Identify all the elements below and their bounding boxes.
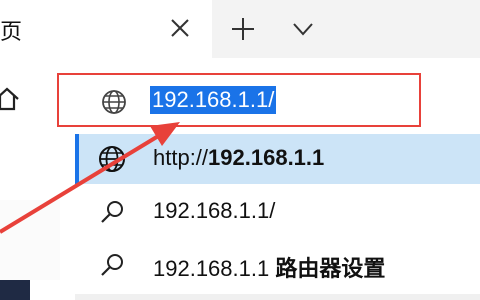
search-icon (101, 254, 123, 276)
address-input[interactable]: 192.168.1.1/ (150, 86, 277, 114)
suggestion-url-host: 192.168.1.1 (208, 145, 325, 170)
home-icon[interactable] (0, 86, 20, 112)
globe-icon (99, 146, 125, 172)
suggestion-row-selected[interactable]: http://192.168.1.1 (75, 134, 480, 184)
suggestion-label: 192.168.1.1/ (153, 198, 276, 223)
plus-icon[interactable] (228, 14, 258, 44)
dropdown-bottom-strip (75, 294, 480, 300)
page-left-edge (0, 280, 30, 300)
suggestion-row[interactable]: 192.168.1.1/ (75, 187, 480, 237)
tab-title: 页 (0, 20, 23, 45)
suggestion-query-keyword: 路由器设置 (275, 257, 386, 282)
selection-indicator (75, 134, 79, 184)
page-left-panel (0, 200, 60, 280)
close-icon[interactable] (166, 14, 194, 42)
suggestion-label: http://192.168.1.1 (153, 145, 324, 171)
search-icon (101, 201, 123, 223)
suggestion-row[interactable]: 192.168.1.1 路由器设置 (75, 240, 480, 290)
suggestion-query: 192.168.1.1 (153, 256, 276, 281)
suggestion-label: 192.168.1.1 路由器设置 (153, 251, 385, 283)
suggestion-url-prefix: http:// (153, 145, 209, 170)
globe-icon (102, 90, 126, 114)
chevron-down-icon[interactable] (288, 16, 318, 42)
